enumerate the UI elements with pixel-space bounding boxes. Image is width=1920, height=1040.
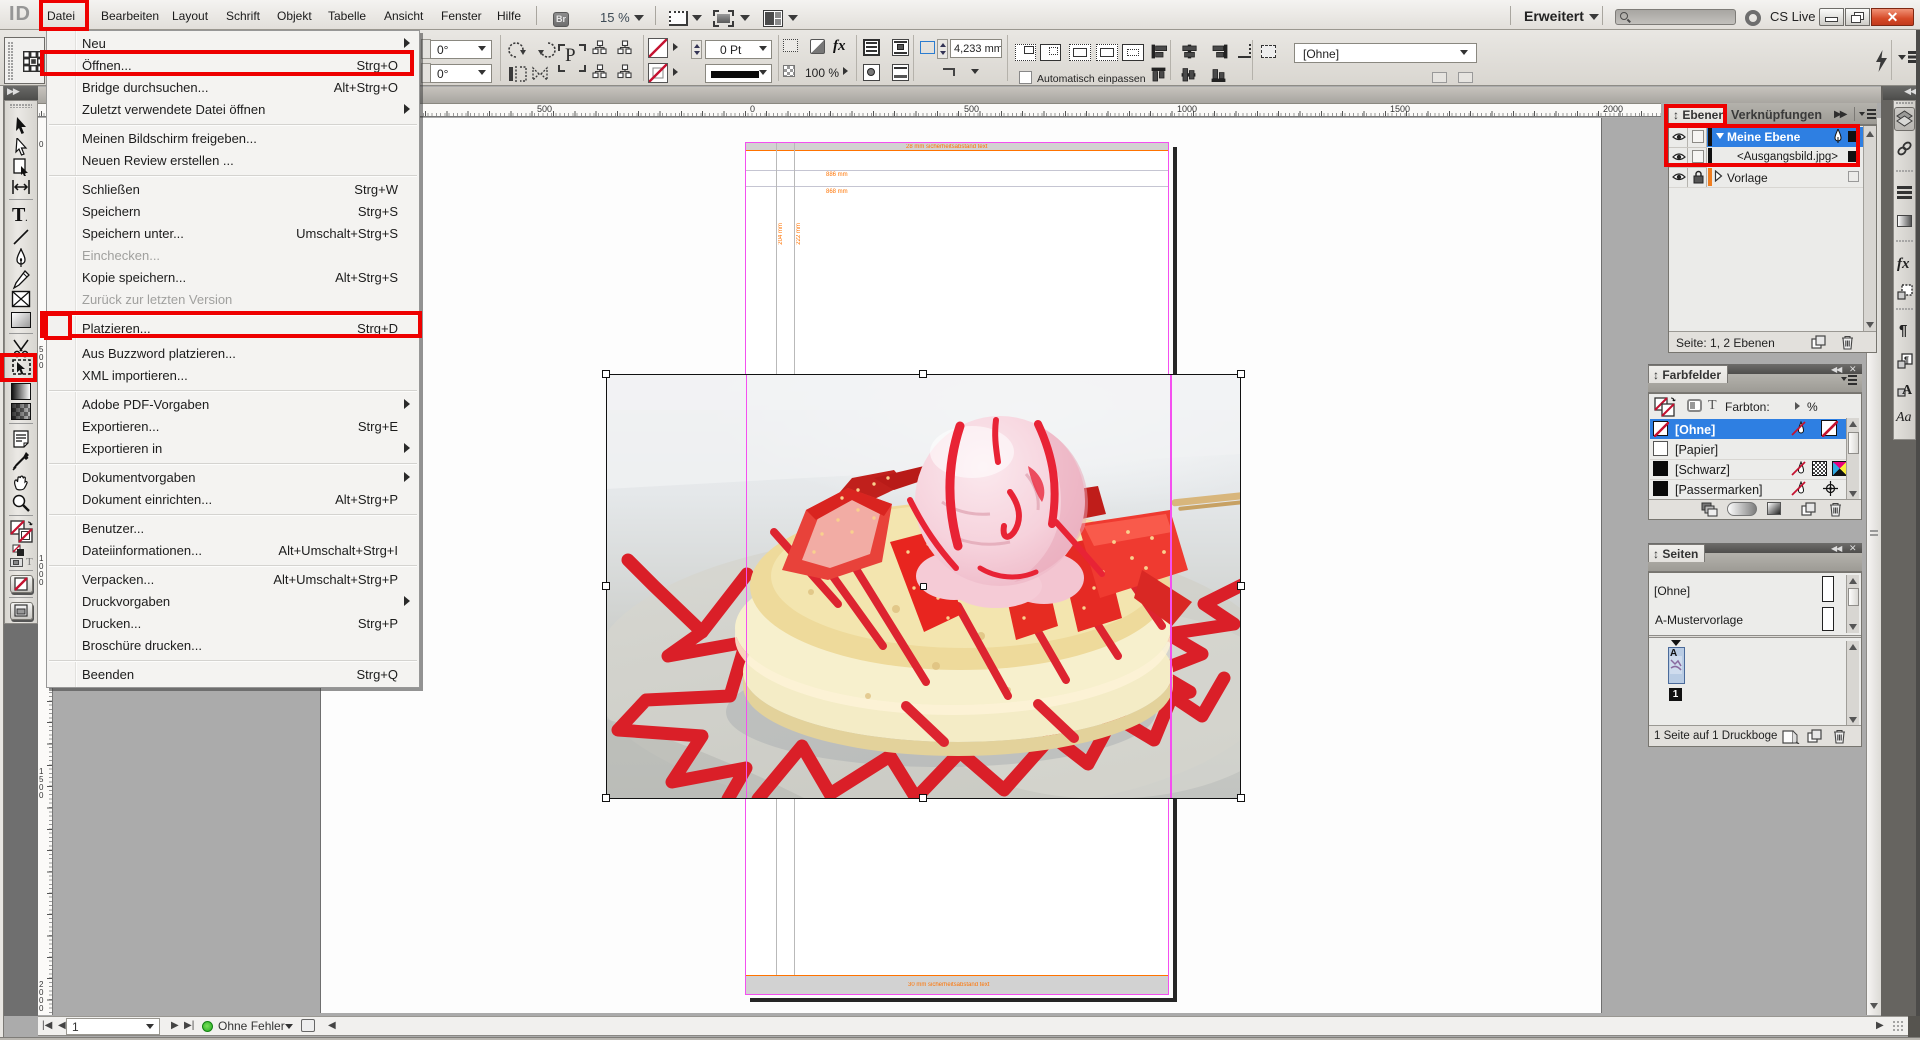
svg-text:¶: ¶ xyxy=(1904,355,1909,365)
svg-text:A: A xyxy=(1902,383,1913,397)
